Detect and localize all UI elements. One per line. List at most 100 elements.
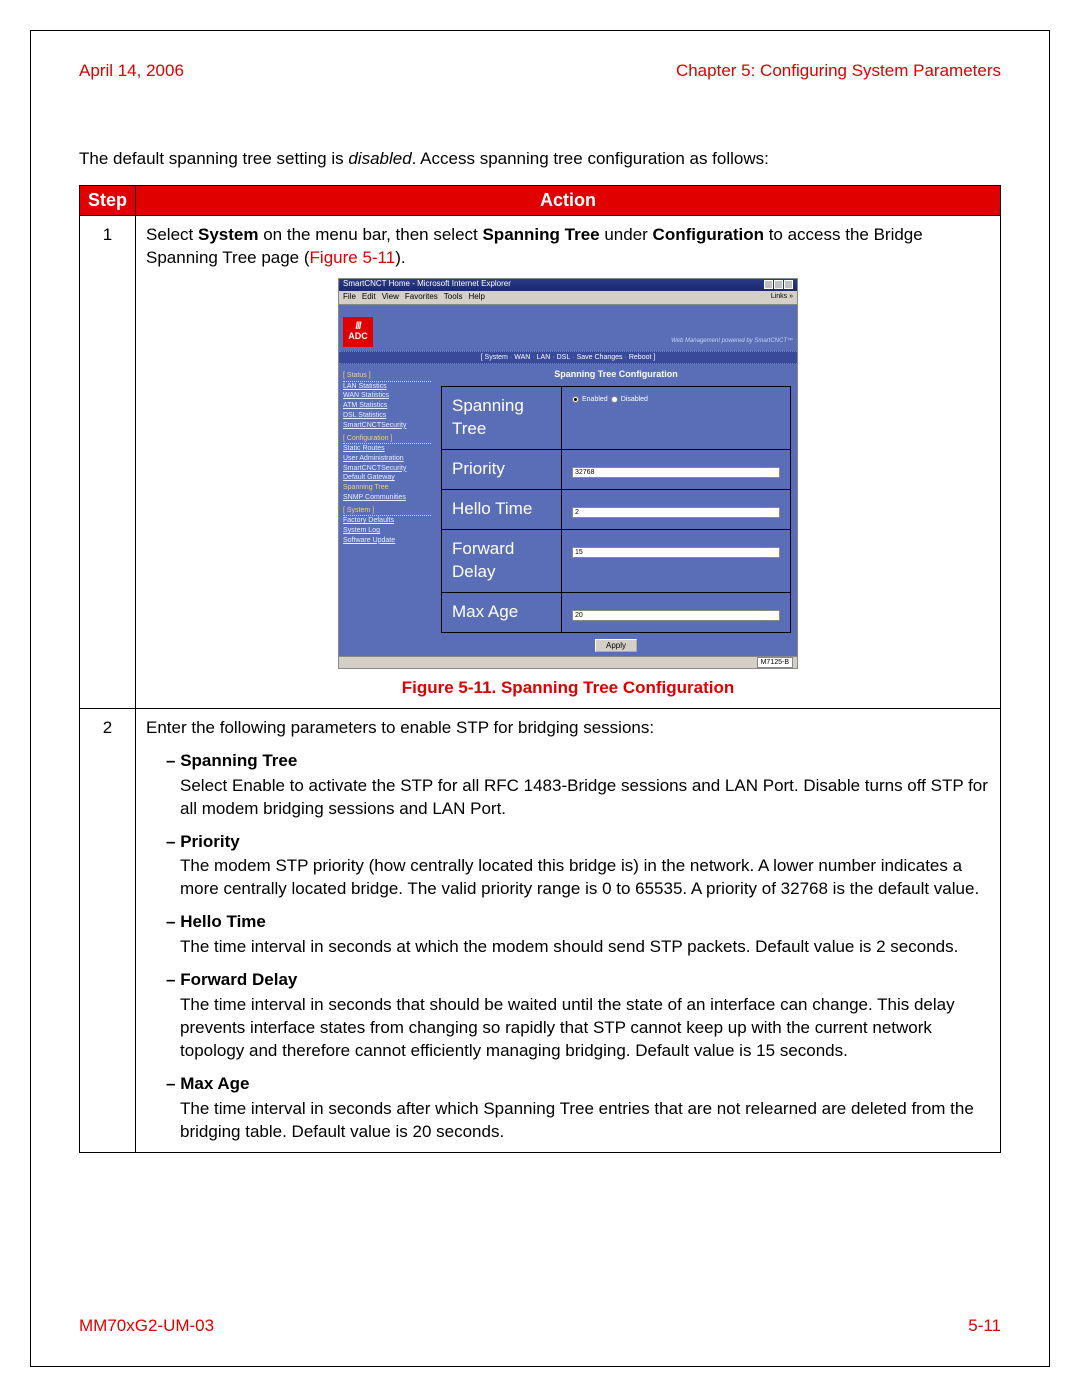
window-controls[interactable] bbox=[764, 280, 793, 289]
sidebar-header-status: Status bbox=[343, 371, 431, 381]
close-icon[interactable] bbox=[784, 280, 793, 289]
t: under bbox=[600, 225, 653, 244]
param-title: Priority bbox=[166, 831, 990, 854]
sidebar-item-spanning-tree[interactable]: Spanning Tree bbox=[343, 483, 431, 493]
menu-file[interactable]: File bbox=[343, 292, 356, 303]
t: Spanning Tree bbox=[482, 225, 599, 244]
param-desc: The time interval in seconds that should… bbox=[180, 994, 990, 1063]
sidebar-item-factory-defaults[interactable]: Factory Defaults bbox=[343, 516, 431, 526]
intro-paragraph: The default spanning tree setting is dis… bbox=[79, 149, 1001, 169]
config-panel: Spanning Tree Configuration Spanning Tre… bbox=[435, 364, 797, 656]
minimize-icon[interactable] bbox=[764, 280, 773, 289]
hello-time-input[interactable] bbox=[572, 507, 780, 518]
sidebar-item-software-update[interactable]: Software Update bbox=[343, 536, 431, 546]
nav-reboot[interactable]: Reboot bbox=[629, 354, 652, 361]
sidebar-item-atm-stats[interactable]: ATM Statistics bbox=[343, 401, 431, 411]
t: System bbox=[198, 225, 258, 244]
forward-delay-input[interactable] bbox=[572, 547, 780, 558]
intro-text-a: The default spanning tree setting is bbox=[79, 149, 348, 168]
sidebar-item-static-routes[interactable]: Static Routes bbox=[343, 444, 431, 454]
sidebar-item-lan-stats[interactable]: LAN Statistics bbox=[343, 382, 431, 392]
maximize-icon[interactable] bbox=[774, 280, 783, 289]
param-desc: The time interval in seconds after which… bbox=[180, 1098, 990, 1144]
sidebar-item-default-gateway[interactable]: Default Gateway bbox=[343, 473, 431, 483]
param-title: Hello Time bbox=[166, 911, 990, 934]
figure-reference-link[interactable]: Figure 5-11 bbox=[310, 248, 396, 267]
sidebar-header-config: Configuration bbox=[343, 434, 431, 444]
param-max-age: Max Age The time interval in seconds aft… bbox=[166, 1073, 990, 1144]
radio-enabled-label: Enabled bbox=[582, 395, 608, 404]
t: Select bbox=[146, 225, 198, 244]
param-forward-delay: Forward Delay The time interval in secon… bbox=[166, 969, 990, 1063]
label-forward-delay: Forward Delay bbox=[442, 530, 562, 593]
intro-text-b: . Access spanning tree configuration as … bbox=[412, 149, 769, 168]
radio-disabled[interactable] bbox=[611, 396, 618, 403]
apply-button[interactable]: Apply bbox=[595, 639, 637, 652]
t: ). bbox=[395, 248, 405, 267]
embedded-screenshot: SmartCNCT Home - Microsoft Internet Expl… bbox=[338, 278, 798, 669]
page-footer: MM70xG2-UM-03 5-11 bbox=[79, 1316, 1001, 1336]
param-title: Forward Delay bbox=[166, 969, 990, 992]
top-nav-strip: [ System·WAN·LAN·DSL·Save Changes·Reboot… bbox=[339, 351, 797, 364]
logo-text: ADC bbox=[348, 332, 368, 341]
step-action-table: Step Action 1 Select System on the menu … bbox=[79, 185, 1001, 1153]
menu-help[interactable]: Help bbox=[468, 292, 484, 303]
page-header: April 14, 2006 Chapter 5: Configuring Sy… bbox=[79, 61, 1001, 89]
param-title: Max Age bbox=[166, 1073, 990, 1096]
table-row: 1 Select System on the menu bar, then se… bbox=[80, 216, 1001, 709]
step-number: 1 bbox=[80, 216, 136, 709]
menu-tools[interactable]: Tools bbox=[444, 292, 463, 303]
menu-view[interactable]: View bbox=[382, 292, 399, 303]
screenshot-statusbar: M7125-B bbox=[339, 656, 797, 668]
menu-edit[interactable]: Edit bbox=[362, 292, 376, 303]
col-header-step: Step bbox=[80, 186, 136, 216]
sidebar: Status LAN Statistics WAN Statistics ATM… bbox=[339, 364, 435, 656]
header-chapter: Chapter 5: Configuring System Parameters bbox=[676, 61, 1001, 81]
sidebar-item-security2[interactable]: SmartCNCTSecurity bbox=[343, 464, 431, 474]
param-desc: The modem STP priority (how centrally lo… bbox=[180, 855, 990, 901]
param-hello-time: Hello Time The time interval in seconds … bbox=[166, 911, 990, 959]
window-title: SmartCNCT Home - Microsoft Internet Expl… bbox=[343, 279, 511, 290]
radio-enabled[interactable] bbox=[572, 396, 579, 403]
param-title: Spanning Tree bbox=[166, 750, 990, 773]
menu-favorites[interactable]: Favorites bbox=[405, 292, 438, 303]
step2-intro: Enter the following parameters to enable… bbox=[146, 718, 654, 737]
config-form-table: Spanning Tree Enabled Disabled bbox=[441, 386, 791, 633]
sidebar-item-user-admin[interactable]: User Administration bbox=[343, 454, 431, 464]
sidebar-item-wan-stats[interactable]: WAN Statistics bbox=[343, 391, 431, 401]
sidebar-header-system: System bbox=[343, 506, 431, 516]
t: on the menu bar, then select bbox=[258, 225, 482, 244]
col-header-action: Action bbox=[136, 186, 1001, 216]
sidebar-item-system-log[interactable]: System Log bbox=[343, 526, 431, 536]
label-spanning-tree: Spanning Tree bbox=[442, 387, 562, 450]
nav-save[interactable]: Save Changes bbox=[577, 354, 623, 361]
footer-page-number: 5-11 bbox=[968, 1316, 1001, 1336]
param-desc: The time interval in seconds at which th… bbox=[180, 936, 990, 959]
priority-input[interactable] bbox=[572, 467, 780, 478]
links-label[interactable]: Links » bbox=[771, 292, 793, 303]
nav-system[interactable]: System bbox=[485, 354, 508, 361]
t: Configuration bbox=[653, 225, 764, 244]
nav-wan[interactable]: WAN bbox=[514, 354, 530, 361]
label-max-age: Max Age bbox=[442, 592, 562, 632]
param-spanning-tree: Spanning Tree Select Enable to activate … bbox=[166, 750, 990, 821]
sidebar-item-security[interactable]: SmartCNCTSecurity bbox=[343, 421, 431, 431]
sidebar-item-snmp[interactable]: SNMP Communities bbox=[343, 493, 431, 503]
figure-tag: M7125-B bbox=[757, 657, 793, 668]
sidebar-item-dsl-stats[interactable]: DSL Statistics bbox=[343, 411, 431, 421]
label-hello-time: Hello Time bbox=[442, 490, 562, 530]
page-frame: April 14, 2006 Chapter 5: Configuring Sy… bbox=[30, 30, 1050, 1367]
intro-italic: disabled bbox=[348, 149, 411, 168]
browser-menubar: File Edit View Favorites Tools Help Link… bbox=[339, 291, 797, 305]
max-age-input[interactable] bbox=[572, 610, 780, 621]
window-titlebar: SmartCNCT Home - Microsoft Internet Expl… bbox=[339, 279, 797, 291]
powered-by-text: Web Management powered by SmartCNCT™ bbox=[671, 337, 793, 347]
param-desc: Select Enable to activate the STP for al… bbox=[180, 775, 990, 821]
parameter-list: Spanning Tree Select Enable to activate … bbox=[146, 750, 990, 1144]
param-priority: Priority The modem STP priority (how cen… bbox=[166, 831, 990, 902]
logo-banner: ///ADC Web Management powered by SmartCN… bbox=[339, 305, 797, 351]
step-number: 2 bbox=[80, 708, 136, 1152]
radio-disabled-label: Disabled bbox=[621, 395, 648, 404]
nav-lan[interactable]: LAN bbox=[537, 354, 551, 361]
nav-dsl[interactable]: DSL bbox=[557, 354, 571, 361]
